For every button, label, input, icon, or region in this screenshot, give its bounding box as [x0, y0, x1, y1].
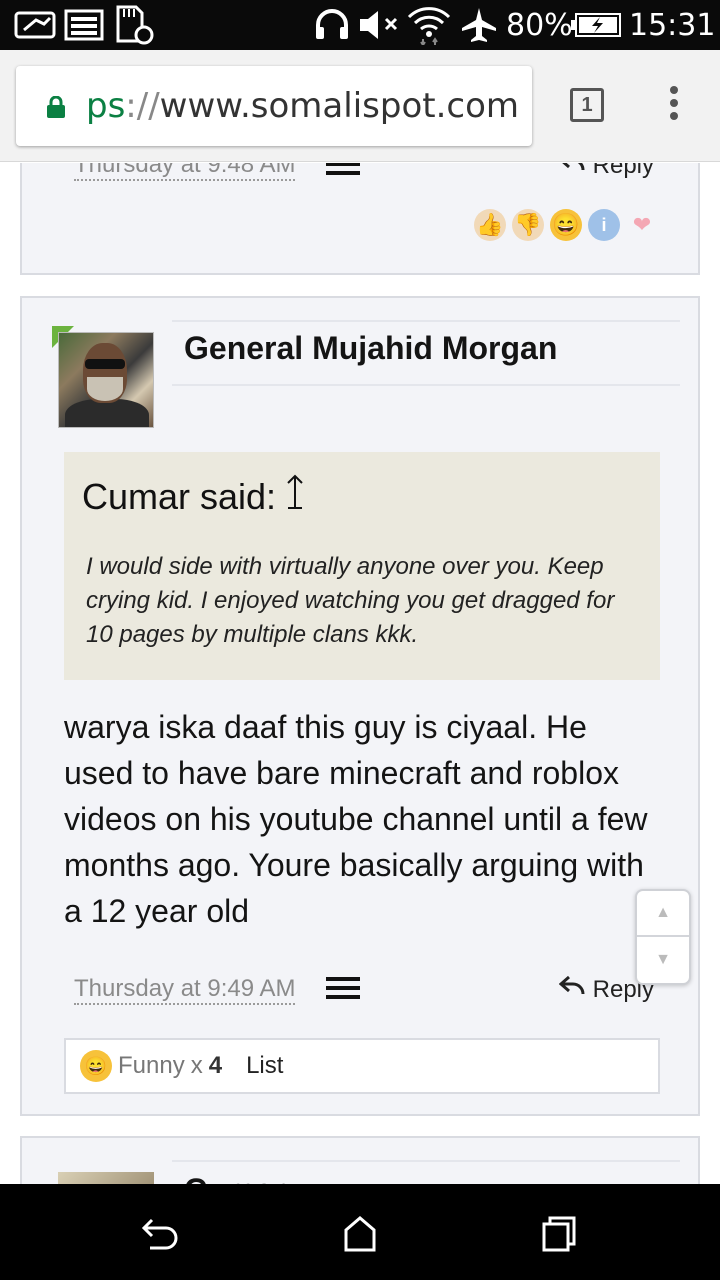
url-host: www.somalispot.com [159, 86, 519, 126]
browser-toolbar: ps://www.somalispot.com 1 [0, 50, 720, 162]
reaction-count: 4 [208, 1052, 223, 1079]
dislike-icon[interactable]: 👎 [512, 209, 544, 241]
clock: 15:31 [629, 7, 716, 43]
next-post-card: Cumar [20, 1136, 700, 1184]
reply-label: Reply [592, 163, 654, 179]
post-body: warya iska daaf this guy is ciyaal. He u… [64, 709, 648, 929]
headset-icon [314, 0, 350, 50]
reactions-summary: 😄 Funny x 4 List [64, 1038, 660, 1094]
reply-icon [559, 163, 585, 180]
previous-post-card: Thursday at 9:48 AM Reply 👍 👎 😄 i ❤ [20, 163, 700, 275]
previous-post-date[interactable]: Thursday at 9:48 AM [74, 163, 296, 181]
image-icon [64, 0, 104, 50]
page-content: Thursday at 9:48 AM Reply 👍 👎 😄 i ❤ Gene… [0, 163, 720, 1184]
post-meta: Thursday at 9:49 AM Reply [74, 975, 654, 1015]
recent-apps-icon[interactable] [540, 1214, 580, 1254]
status-bar: 80% 15:31 [0, 0, 720, 50]
funny-icon: 😄 [80, 1050, 112, 1082]
like-icon[interactable]: 👍 [474, 209, 506, 241]
lock-icon [46, 95, 66, 118]
overflow-menu-icon[interactable] [662, 86, 686, 126]
reaction-bar: 👍 👎 😄 i ❤ [474, 209, 658, 241]
tab-switcher-button[interactable]: 1 [570, 88, 604, 122]
scroll-navigator: ▲ ▼ [635, 889, 691, 985]
avatar[interactable] [58, 332, 154, 428]
picture-in-picture-icon [14, 0, 58, 50]
funny-icon[interactable]: 😄 [550, 209, 582, 241]
back-icon[interactable] [140, 1214, 180, 1254]
informative-icon[interactable]: i [588, 209, 620, 241]
author-divider-bottom [172, 384, 680, 386]
airplane-icon [460, 0, 498, 50]
wifi-icon [406, 0, 452, 50]
author-divider-top [172, 1160, 680, 1162]
reply-icon [558, 975, 585, 1004]
scroll-up-button[interactable]: ▲ [637, 891, 689, 937]
url-text: ps://www.somalispot.com [86, 86, 519, 126]
sd-sync-icon [112, 0, 156, 50]
next-post-avatar[interactable] [58, 1172, 154, 1184]
quote-header[interactable]: Cumar said: [82, 472, 306, 521]
author-name[interactable]: General Mujahid Morgan [184, 330, 557, 367]
system-nav-bar [0, 1184, 720, 1280]
quote-block: Cumar said: I would side with virtually … [64, 452, 660, 680]
url-separator: :// [125, 86, 160, 126]
url-scheme: ps [86, 86, 126, 126]
battery-charging-icon [570, 0, 622, 50]
jump-to-quote-icon[interactable] [284, 472, 306, 521]
address-bar[interactable]: ps://www.somalispot.com [16, 66, 532, 146]
post-date[interactable]: Thursday at 9:49 AM [74, 975, 296, 1005]
love-icon[interactable]: ❤ [626, 209, 658, 241]
home-icon[interactable] [340, 1214, 380, 1254]
reaction-label: Funny [118, 1052, 185, 1079]
reaction-multiplier: x [190, 1052, 203, 1079]
mute-icon [358, 0, 402, 50]
author-divider-top [172, 320, 680, 322]
quote-author-label: Cumar said: [82, 475, 277, 517]
quote-text: I would side with virtually anyone over … [86, 553, 615, 648]
previous-post-meta: Thursday at 9:48 AM Reply [74, 163, 654, 191]
next-post-author[interactable]: Cumar [184, 1172, 285, 1184]
post-card: General Mujahid Morgan Cumar said: I wou… [20, 296, 700, 1116]
post-menu-icon[interactable] [326, 163, 360, 177]
scroll-down-button[interactable]: ▼ [637, 937, 689, 983]
battery-percent: 80% [506, 7, 573, 43]
reaction-list-link[interactable]: List [246, 1052, 283, 1080]
post-menu-icon[interactable] [326, 977, 360, 1001]
previous-reply-button[interactable]: Reply [559, 163, 654, 180]
